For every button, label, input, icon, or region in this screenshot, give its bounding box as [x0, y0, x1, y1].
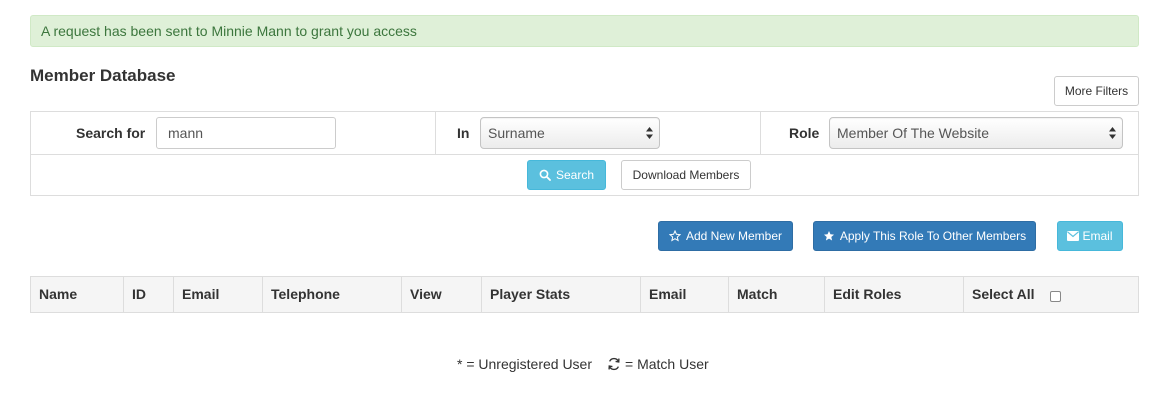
search-icon [539, 169, 551, 181]
search-button-label: Search [555, 168, 595, 182]
column-header-edit-roles[interactable]: Edit Roles [825, 277, 964, 312]
select-all-checkbox[interactable] [1050, 291, 1061, 302]
column-header-id[interactable]: ID [124, 277, 174, 312]
legend-match: = Match User [607, 356, 709, 372]
star-filled-icon [823, 230, 835, 242]
column-header-select-all: Select All [972, 286, 1035, 302]
column-header-email[interactable]: Email [174, 277, 263, 312]
more-filters-label: More Filters [1064, 84, 1129, 98]
select-arrows-icon [646, 127, 653, 139]
alert-message: A request has been sent to Minnie Mann t… [41, 23, 417, 39]
column-header-player-stats[interactable]: Player Stats [482, 277, 641, 312]
column-header-telephone[interactable]: Telephone [263, 277, 402, 312]
refresh-icon [607, 357, 621, 371]
add-new-member-label: Add New Member [685, 229, 783, 243]
in-label: In [457, 125, 470, 141]
column-header-match[interactable]: Match [729, 277, 825, 312]
search-filter-panel: Search for mann In Surname Role Member O… [30, 111, 1139, 196]
search-field-selected: Surname [488, 125, 545, 141]
star-outline-icon [668, 230, 681, 242]
members-table-header: Name ID Email Telephone View Player Stat… [30, 276, 1139, 313]
search-field-select[interactable]: Surname [480, 117, 660, 149]
email-button-label: Email [1082, 229, 1113, 243]
apply-role-button[interactable]: Apply This Role To Other Members [813, 221, 1036, 251]
email-button[interactable]: Email [1057, 221, 1123, 251]
legend-unregistered: * = Unregistered User [457, 356, 593, 372]
divider [435, 112, 436, 155]
download-members-label: Download Members [632, 168, 740, 182]
filter-row: Search for mann In Surname Role Member O… [31, 112, 1138, 155]
more-filters-button[interactable]: More Filters [1054, 76, 1139, 106]
role-selected: Member Of The Website [837, 125, 989, 141]
add-new-member-button[interactable]: Add New Member [658, 221, 793, 251]
legend-match-label: = Match User [625, 356, 709, 372]
download-members-button[interactable]: Download Members [621, 160, 751, 190]
search-for-label: Search for [76, 125, 146, 141]
divider [760, 112, 761, 155]
search-button[interactable]: Search [527, 160, 606, 190]
search-input[interactable]: mann [156, 117, 336, 149]
column-header-email-2[interactable]: Email [641, 277, 729, 312]
column-header-view[interactable]: View [402, 277, 482, 312]
envelope-icon [1067, 231, 1080, 241]
column-header-name[interactable]: Name [31, 277, 124, 312]
page-title: Member Database [30, 66, 176, 85]
role-label: Role [789, 125, 820, 141]
access-request-alert: A request has been sent to Minnie Mann t… [30, 15, 1139, 47]
role-select[interactable]: Member Of The Website [829, 117, 1123, 149]
select-arrows-icon [1109, 127, 1116, 139]
apply-role-label: Apply This Role To Other Members [839, 229, 1027, 243]
